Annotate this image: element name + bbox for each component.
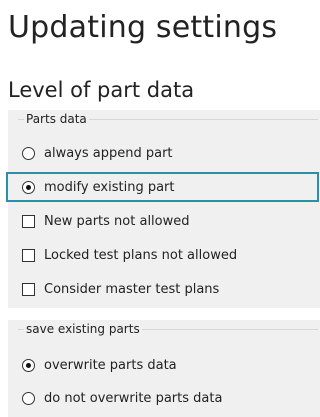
checkbox-new-parts-not-allowed[interactable]: New parts not allowed [22,214,190,229]
checkbox-icon[interactable] [22,249,35,262]
page-title: Updating settings [8,10,278,45]
radio-overwrite-parts-data[interactable]: overwrite parts data [22,358,177,373]
section-title: Level of part data [8,78,195,102]
checkbox-icon[interactable] [22,215,35,228]
focus-highlight [6,172,319,202]
checkbox-icon[interactable] [22,283,35,296]
radio-label: always append part [44,146,173,161]
radio-button-icon[interactable] [22,147,35,160]
checkbox-label: Locked test plans not allowed [44,248,238,263]
radio-button-checked-icon[interactable] [22,359,35,372]
save-existing-parts-caption: save existing parts [24,322,142,336]
parts-data-caption: Parts data [24,112,89,126]
radio-label: overwrite parts data [44,358,177,373]
parts-data-group: Parts data always append part modify exi… [8,110,320,308]
checkbox-label: New parts not allowed [44,214,190,229]
radio-do-not-overwrite-parts-data[interactable]: do not overwrite parts data [22,391,222,406]
checkbox-consider-master-test-plans[interactable]: Consider master test plans [22,282,219,297]
radio-label: do not overwrite parts data [44,391,223,406]
checkbox-locked-test-plans-not-allowed[interactable]: Locked test plans not allowed [22,248,237,263]
radio-always-append-part[interactable]: always append part [22,146,173,161]
save-existing-parts-group: save existing parts overwrite parts data… [8,320,320,417]
checkbox-label: Consider master test plans [44,282,220,297]
radio-button-icon[interactable] [22,392,35,405]
